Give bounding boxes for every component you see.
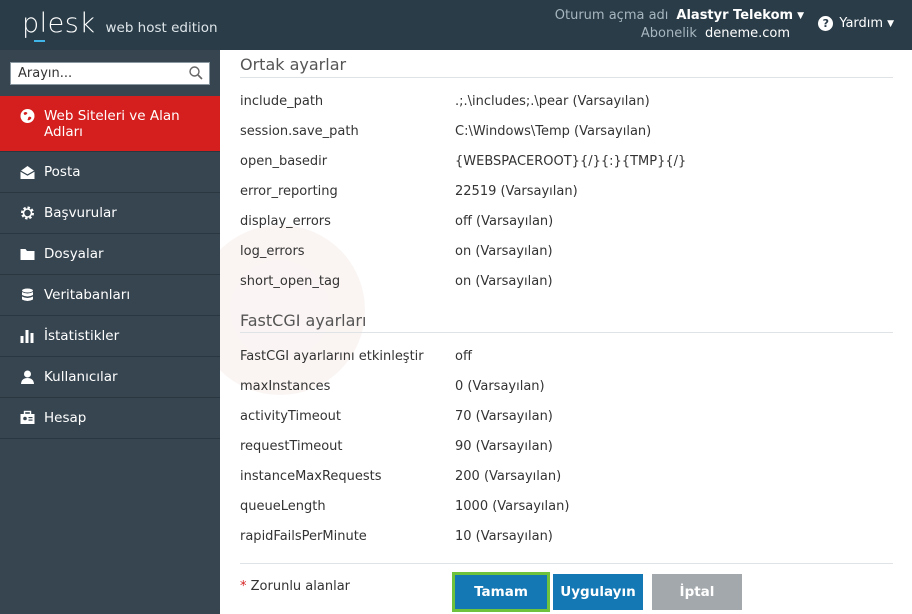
table-row: activityTimeout 70 (Varsayılan) — [240, 402, 893, 432]
sidebar-item-label: Posta — [44, 164, 81, 180]
setting-value: 70 (Varsayılan) — [455, 409, 553, 424]
sidebar-nav: Web Siteleri ve Alan Adları Posta Başvur… — [0, 96, 220, 439]
sidebar-item-mail[interactable]: Posta — [0, 152, 220, 193]
help-label: Yardım — [839, 16, 884, 31]
sidebar-item-applications[interactable]: Başvurular — [0, 193, 220, 234]
setting-name: FastCGI ayarlarını etkinleştir — [240, 349, 424, 364]
setting-name: session.save_path — [240, 124, 359, 139]
mail-icon — [20, 166, 35, 179]
setting-value: 200 (Varsayılan) — [455, 469, 562, 484]
sidebar-item-label: Dosyalar — [44, 246, 104, 262]
section-divider — [240, 332, 893, 333]
login-label: Oturum açma adı — [554, 8, 669, 23]
setting-name: maxInstances — [240, 379, 331, 394]
main-content: Ortak ayarlar include_path .;.\includes;… — [220, 50, 912, 614]
table-row: queueLength 1000 (Varsayılan) — [240, 492, 893, 522]
setting-value: on (Varsayılan) — [455, 274, 553, 289]
setting-value: .;.\includes;.\pear (Varsayılan) — [455, 94, 650, 109]
setting-name: display_errors — [240, 214, 331, 229]
sidebar-item-label: İstatistikler — [44, 328, 120, 344]
help-icon: ? — [818, 16, 834, 31]
login-menu[interactable]: Alastyr Telekom ▼ — [676, 7, 804, 25]
sidebar-item-websites[interactable]: Web Siteleri ve Alan Adları — [0, 96, 220, 152]
sidebar-item-statistics[interactable]: İstatistikler — [0, 316, 220, 357]
setting-name: open_basedir — [240, 154, 328, 169]
table-row: short_open_tag on (Varsayılan) — [240, 267, 893, 297]
required-star: * — [240, 579, 247, 594]
database-icon — [22, 288, 33, 301]
sidebar-item-label: Kullanıcılar — [44, 369, 118, 385]
setting-value: 22519 (Varsayılan) — [455, 184, 578, 199]
table-row: display_errors off (Varsayılan) — [240, 207, 893, 237]
account-info: Oturum açma adı Alastyr Telekom ▼ Aboneli… — [555, 7, 804, 43]
table-row: requestTimeout 90 (Varsayılan) — [240, 432, 893, 462]
cancel-button[interactable]: İptal — [652, 574, 742, 610]
required-text: Zorunlu alanlar — [250, 579, 351, 594]
folder-icon — [20, 249, 35, 260]
required-note: * Zorunlu alanlar — [240, 579, 350, 594]
plesk-logo[interactable]: plesk web host edition — [22, 8, 218, 42]
setting-name: log_errors — [240, 244, 305, 259]
sidebar-item-label: Veritabanları — [44, 287, 131, 303]
setting-value: 1000 (Varsayılan) — [455, 499, 570, 514]
bar-chart-icon — [20, 330, 34, 343]
setting-name: error_reporting — [240, 184, 338, 199]
table-row: error_reporting 22519 (Varsayılan) — [240, 177, 893, 207]
account-icon — [20, 410, 35, 424]
sidebar-item-account[interactable]: Hesap — [0, 398, 220, 439]
setting-value: {WEBSPACEROOT}{/}{:}{TMP}{/} — [455, 154, 687, 169]
table-row: open_basedir {WEBSPACEROOT}{/}{:}{TMP}{/… — [240, 147, 893, 177]
help-menu[interactable]: ? Yardım ▼ — [818, 16, 894, 31]
search-box — [10, 62, 210, 85]
setting-name: include_path — [240, 94, 324, 109]
table-row: rapidFailsPerMinute 10 (Varsayılan) — [240, 522, 893, 552]
table-row: session.save_path C:\Windows\Temp (Varsa… — [240, 117, 893, 147]
setting-value: off (Varsayılan) — [455, 214, 554, 229]
apply-button[interactable]: Uygulayın — [553, 574, 643, 610]
search-icon[interactable] — [189, 66, 203, 80]
sidebar-item-files[interactable]: Dosyalar — [0, 234, 220, 275]
setting-name: instanceMaxRequests — [240, 469, 382, 484]
setting-value: 90 (Varsayılan) — [455, 439, 553, 454]
setting-value: on (Varsayılan) — [455, 244, 553, 259]
subscription-label: Abonelik — [640, 26, 697, 41]
setting-name: rapidFailsPerMinute — [240, 529, 367, 544]
section-title-common: Ortak ayarlar — [240, 55, 347, 74]
setting-name: queueLength — [240, 499, 326, 514]
chevron-down-icon: ▼ — [797, 11, 804, 21]
table-row: instanceMaxRequests 200 (Varsayılan) — [240, 462, 893, 492]
setting-value: 0 (Varsayılan) — [455, 379, 545, 394]
table-row: include_path .;.\includes;.\pear (Varsay… — [240, 87, 893, 117]
user-icon — [21, 370, 34, 384]
sidebar-item-users[interactable]: Kullanıcılar — [0, 357, 220, 398]
setting-value: off — [455, 349, 472, 364]
setting-name: short_open_tag — [240, 274, 341, 289]
table-row: log_errors on (Varsayılan) — [240, 237, 893, 267]
logo-edition: web host edition — [105, 20, 218, 36]
top-header: plesk web host edition Oturum açma adı A… — [0, 0, 912, 50]
sidebar-item-label: Başvurular — [44, 205, 117, 221]
footer-divider — [240, 563, 893, 564]
subscription-value[interactable]: deneme.com — [705, 25, 790, 43]
globe-icon — [20, 109, 35, 123]
section-divider — [240, 77, 893, 78]
chevron-down-icon: ▼ — [887, 18, 894, 29]
sidebar-item-label: Web Siteleri ve Alan Adları — [44, 108, 180, 140]
table-row: FastCGI ayarlarını etkinleştir off — [240, 342, 893, 372]
search-input[interactable] — [11, 63, 181, 84]
logo-word: plesk — [22, 8, 95, 42]
setting-name: requestTimeout — [240, 439, 343, 454]
table-row: maxInstances 0 (Varsayılan) — [240, 372, 893, 402]
setting-name: activityTimeout — [240, 409, 342, 424]
section-title-fastcgi: FastCGI ayarları — [240, 311, 367, 330]
setting-value: C:\Windows\Temp (Varsayılan) — [455, 124, 652, 139]
sidebar: Web Siteleri ve Alan Adları Posta Başvur… — [0, 50, 220, 614]
setting-value: 10 (Varsayılan) — [455, 529, 553, 544]
ok-button[interactable]: Tamam — [452, 572, 550, 612]
sidebar-item-label: Hesap — [44, 410, 87, 426]
gear-icon — [21, 206, 34, 220]
sidebar-item-databases[interactable]: Veritabanları — [0, 275, 220, 316]
